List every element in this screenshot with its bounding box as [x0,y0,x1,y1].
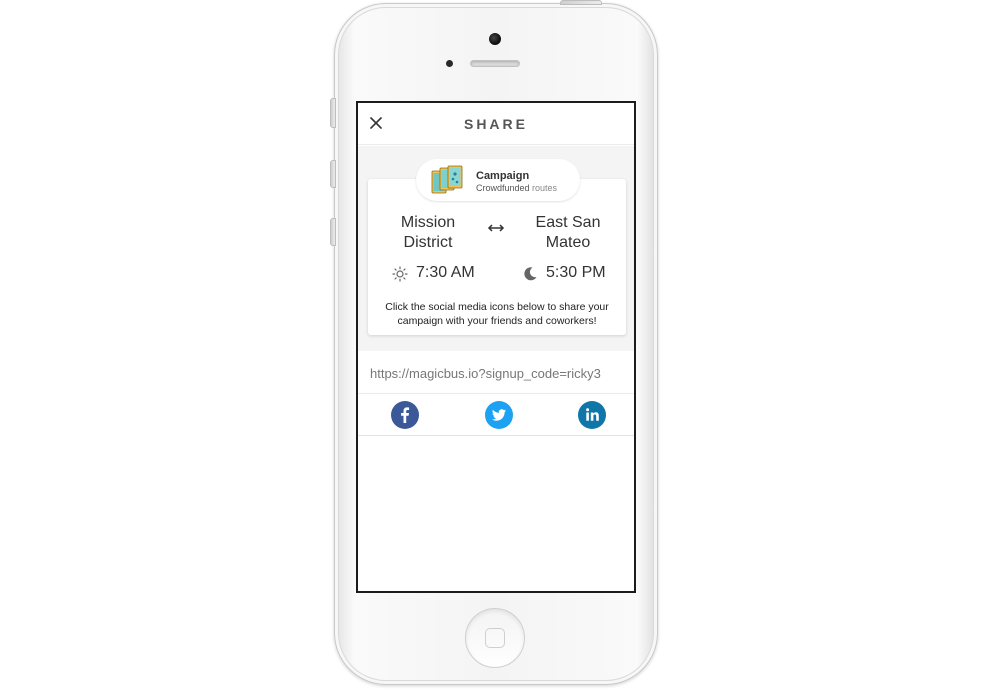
volume-down-button [330,218,336,246]
proximity-sensor [446,60,453,67]
badge-title: Campaign [476,170,530,182]
campaign-badge: Campaign Crowdfunded routes [416,159,580,201]
mute-switch [330,98,336,128]
linkedin-share-button[interactable] [578,401,606,429]
twitter-share-button[interactable] [485,401,513,429]
social-share-row [358,394,634,436]
linkedin-icon [586,408,599,421]
badge-subtitle-rest: routes [529,183,558,193]
sun-icon [392,266,408,282]
badge-subtitle-emphasis: Crowdfunded [476,183,530,193]
facebook-share-button[interactable] [391,401,419,429]
evening-time-text: 5:30 PM [546,264,606,281]
origin-line-2: District [403,234,453,251]
campaign-cards-icon [431,165,463,194]
home-button-square [485,628,505,648]
origin-location: Mission District [378,213,478,253]
empty-content-area [358,437,634,591]
destination-line-1: East San [535,214,601,231]
page-title: SHARE [463,116,528,132]
phone-screen: SHARE Campaign Crowdfunded routes Missio… [356,101,636,593]
badge-subtitle: Crowdfunded routes [476,183,557,193]
share-header: SHARE [358,103,634,145]
moon-icon [524,267,537,281]
origin-line-1: Mission [400,214,456,231]
share-link[interactable]: https://magicbus.io?signup_code=ricky3 [370,366,601,381]
share-instructions: Click the social media icons below to sh… [385,301,609,327]
destination-location: East San Mateo [518,213,618,253]
destination-line-2: Mateo [545,234,591,251]
facebook-icon [401,407,410,423]
share-link-row[interactable]: https://magicbus.io?signup_code=ricky3 [358,352,634,394]
morning-time-text: 7:30 AM [416,264,475,281]
power-button [560,0,602,5]
earpiece-speaker [470,60,520,67]
left-right-arrow-icon [487,224,505,232]
front-camera [489,33,501,45]
volume-up-button [330,160,336,188]
twitter-icon [492,409,506,421]
